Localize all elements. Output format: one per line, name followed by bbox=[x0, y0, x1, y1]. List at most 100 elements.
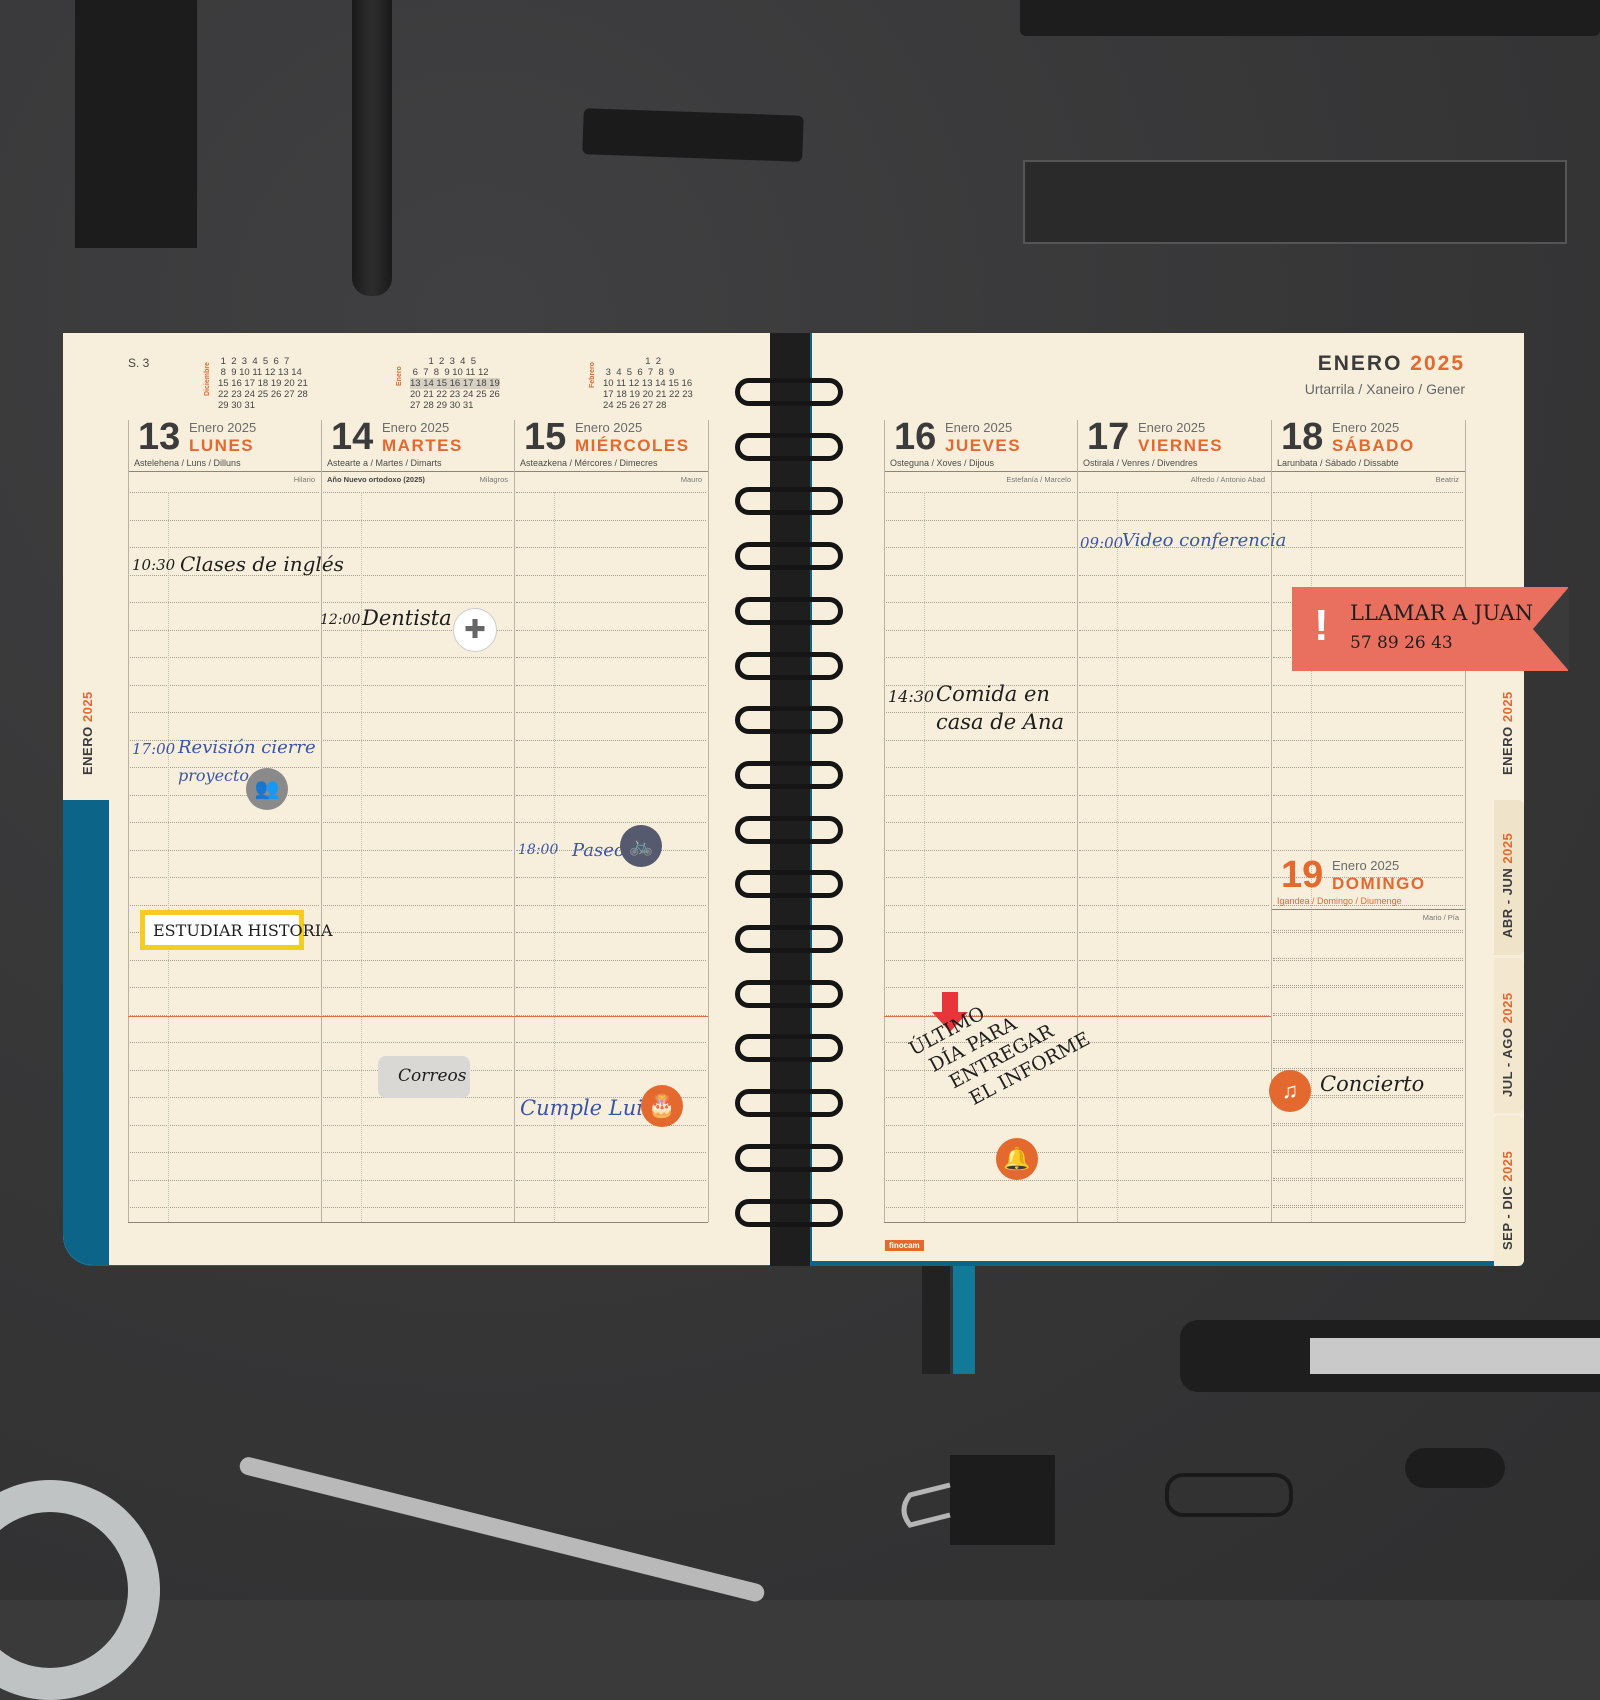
ruled-line bbox=[1079, 877, 1269, 878]
day-header-rule bbox=[128, 471, 321, 472]
ruled-line bbox=[1273, 958, 1463, 959]
ruled-line bbox=[130, 822, 319, 823]
ruled-line bbox=[886, 575, 1075, 576]
ruled-line bbox=[323, 822, 512, 823]
day-languages: Osteguna / Xoves / Dijous bbox=[890, 458, 995, 468]
binder-clip bbox=[901, 1455, 1055, 1545]
side-label-enero-right[interactable]: ENERO 2025 bbox=[1500, 691, 1515, 775]
sticky-flag-llamar-juan: ! LLAMAR A JUAN 57 89 26 43 bbox=[1292, 587, 1569, 671]
ruled-line bbox=[886, 492, 1075, 493]
note-revision-cierre: Revisión cierre bbox=[178, 737, 316, 758]
spiral-ring bbox=[735, 652, 843, 680]
ruled-line bbox=[1273, 1207, 1463, 1208]
ruled-line bbox=[1079, 712, 1269, 713]
side-label-enero-left: ENERO 2025 bbox=[80, 691, 95, 775]
ruled-line bbox=[130, 1152, 319, 1153]
spiral-ring bbox=[735, 378, 843, 406]
speech-bubble-sticker: Correos bbox=[378, 1056, 470, 1098]
ruled-line bbox=[130, 492, 319, 493]
day-holiday-note: Año Nuevo ortodoxo (2025) bbox=[327, 475, 425, 484]
ruled-line bbox=[1079, 740, 1269, 741]
column-divider bbox=[884, 420, 885, 1222]
note-cumple-luis: Cumple Luis bbox=[520, 1096, 654, 1120]
day-header-viernes: 17 Enero 2025 VIERNES Ostirala / Venres / D… bbox=[1077, 416, 1271, 470]
ruled-line bbox=[516, 740, 706, 741]
ruled-line bbox=[1273, 575, 1463, 576]
ruled-line bbox=[886, 932, 1075, 933]
ruled-line bbox=[1079, 1207, 1269, 1208]
ruled-line bbox=[1273, 520, 1463, 521]
bell-icon: 🔔 bbox=[996, 1138, 1038, 1180]
day-header-rule bbox=[884, 471, 1077, 472]
day-header-rule bbox=[1271, 909, 1465, 910]
day-saint: Beatriz bbox=[1435, 475, 1459, 484]
ruled-line bbox=[1273, 1070, 1463, 1071]
ruled-line bbox=[1079, 1152, 1269, 1153]
tab-abr-jun[interactable]: ABR - JUN 2025 bbox=[1500, 833, 1515, 938]
ruled-line bbox=[886, 657, 1075, 658]
ruled-line bbox=[1079, 932, 1269, 933]
ruled-line bbox=[516, 657, 706, 658]
note-clases-ingles: Clases de inglés bbox=[180, 552, 344, 576]
spiral-ring bbox=[735, 1144, 843, 1172]
spiral-ring bbox=[735, 597, 843, 625]
ruled-line bbox=[1273, 685, 1463, 686]
spiral-ring bbox=[735, 980, 843, 1008]
ruled-line bbox=[886, 987, 1075, 988]
ruled-line bbox=[323, 877, 512, 878]
spiral-ring bbox=[735, 870, 843, 898]
day-month: Enero 2025 bbox=[1138, 420, 1206, 435]
spiral-spine bbox=[770, 333, 810, 1266]
time-gutter bbox=[361, 492, 362, 1222]
ruled-line bbox=[323, 602, 512, 603]
ruled-line bbox=[886, 877, 1075, 878]
day-month: Enero 2025 bbox=[575, 420, 643, 435]
ruled-line bbox=[1273, 1205, 1463, 1206]
ruled-line bbox=[130, 795, 319, 796]
paper-clip bbox=[1165, 1473, 1293, 1517]
day-name: VIERNES bbox=[1138, 436, 1224, 455]
ruled-line bbox=[1273, 1125, 1463, 1126]
ruled-line bbox=[323, 520, 512, 521]
ruled-line bbox=[1079, 822, 1269, 823]
ruled-line bbox=[323, 905, 512, 906]
bicycle-icon: 🚲 bbox=[620, 825, 662, 867]
tab-sep-dic[interactable]: SEP - DIC 2025 bbox=[1500, 1151, 1515, 1250]
day-header-martes: 14 Enero 2025 MARTES Astearte a / Martes / … bbox=[321, 416, 514, 470]
ruled-line bbox=[130, 712, 319, 713]
spiral-ring bbox=[735, 433, 843, 461]
note-time: 12:00 bbox=[320, 612, 361, 628]
column-divider bbox=[514, 420, 515, 1222]
ruled-line bbox=[516, 520, 706, 521]
ruled-line bbox=[516, 602, 706, 603]
ruled-line bbox=[516, 712, 706, 713]
ruled-line bbox=[323, 1042, 512, 1043]
note-estudiar-historia: ESTUDIAR HISTORIA bbox=[153, 921, 333, 940]
day-month: Enero 2025 bbox=[1332, 420, 1400, 435]
ruled-line bbox=[1079, 492, 1269, 493]
tab-jul-ago[interactable]: JUL - AGO 2025 bbox=[1500, 992, 1515, 1097]
day-header-lunes: 13 Enero 2025 LUNES Astelehena / Luns / Dil… bbox=[128, 416, 321, 470]
month-year: 2025 bbox=[1410, 352, 1465, 375]
mini-calendar-december: Diciembre 1 2 3 4 5 6 7 8 9 10 11 12 13 … bbox=[204, 356, 308, 411]
note-llamar-juan: LLAMAR A JUAN bbox=[1350, 601, 1534, 625]
spiral-ring bbox=[735, 1199, 843, 1227]
day-name: MIÉRCOLES bbox=[575, 436, 690, 455]
week-label: S. 3 bbox=[128, 356, 150, 370]
music-note-icon: ♫ bbox=[1269, 1070, 1311, 1112]
ruled-line bbox=[130, 630, 319, 631]
day-languages: Igandea / Domingo / Diumenge bbox=[1277, 896, 1402, 906]
note-time: 10:30 bbox=[132, 556, 176, 574]
ribbon-bookmark-blue bbox=[953, 1264, 975, 1374]
page-bottom-rule bbox=[128, 1222, 708, 1223]
sticker-estudiar-historia: ESTUDIAR HISTORIA bbox=[140, 910, 333, 950]
ruled-line bbox=[130, 1070, 319, 1071]
day-number: 17 bbox=[1087, 416, 1130, 458]
ruled-line bbox=[130, 1097, 319, 1098]
ruled-line bbox=[886, 905, 1075, 906]
note-comida: Comida en bbox=[936, 682, 1050, 706]
day-saint: Hilario bbox=[293, 475, 315, 484]
day-header-rule bbox=[321, 471, 514, 472]
ruled-line bbox=[516, 630, 706, 631]
day-number: 18 bbox=[1281, 416, 1324, 458]
